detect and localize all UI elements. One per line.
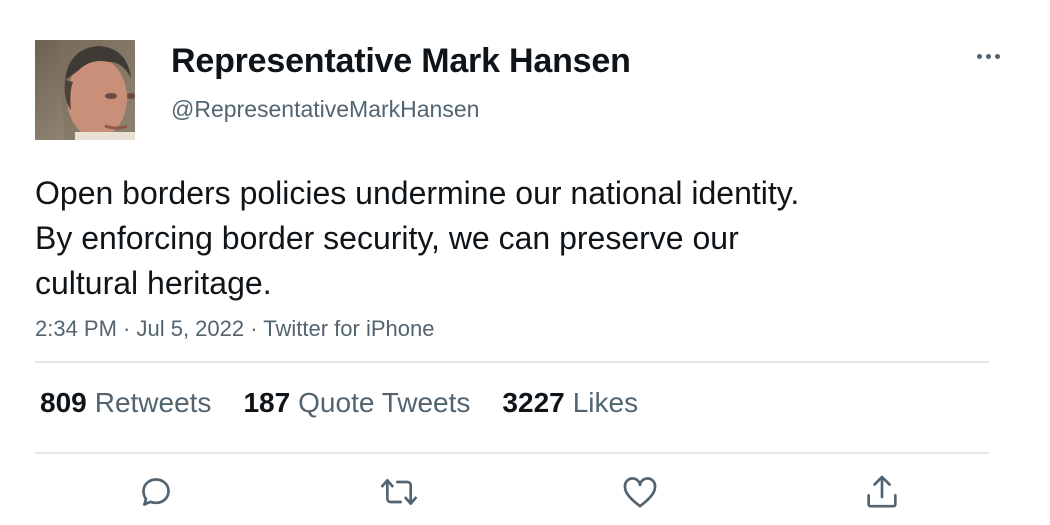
divider	[35, 361, 989, 363]
tweet-text-line: Open borders policies undermine our nati…	[35, 175, 800, 211]
share-icon	[867, 475, 897, 508]
avatar-photo	[35, 40, 135, 140]
tweet-timestamp[interactable]: 2:34 PM · Jul 5, 2022 · Twitter for iPho…	[35, 316, 434, 342]
more-horizontal-icon	[985, 53, 991, 59]
tweet-text-line: By enforcing border security, we can pre…	[35, 220, 739, 256]
avatar[interactable]	[35, 40, 135, 140]
likes-label: Likes	[572, 387, 639, 418]
more-options-button[interactable]	[968, 40, 1008, 72]
user-handle[interactable]: @RepresentativeMarkHansen	[171, 96, 479, 123]
reply-icon	[142, 478, 170, 506]
quote-tweets-stat[interactable]: 187 Quote Tweets	[243, 387, 470, 419]
retweets-count: 809	[40, 387, 87, 418]
retweet-icon	[381, 479, 417, 505]
action-bar	[0, 470, 1050, 525]
heart-icon	[623, 477, 657, 508]
tweet-text-line: cultural heritage.	[35, 265, 272, 301]
quote-tweets-count: 187	[243, 387, 291, 418]
retweets-stat[interactable]: 809 Retweets	[40, 387, 211, 419]
tweet-text: Open borders policies undermine our nati…	[35, 171, 935, 306]
like-button[interactable]	[618, 470, 662, 514]
likes-count: 3227	[502, 387, 565, 418]
display-name[interactable]: Representative Mark Hansen	[171, 42, 631, 81]
reply-button[interactable]	[134, 470, 178, 514]
tweet-card: Representative Mark Hansen @Representati…	[0, 0, 1050, 525]
retweets-label: Retweets	[94, 387, 212, 418]
likes-stat[interactable]: 3227 Likes	[502, 387, 638, 419]
divider	[35, 452, 989, 454]
retweet-button[interactable]	[377, 470, 421, 514]
more-horizontal-icon	[976, 53, 982, 59]
more-horizontal-icon	[994, 53, 1000, 59]
share-button[interactable]	[860, 470, 904, 514]
quote-tweets-label: Quote Tweets	[298, 387, 471, 418]
engagement-stats: 809 Retweets 187 Quote Tweets 3227 Likes	[40, 387, 670, 419]
